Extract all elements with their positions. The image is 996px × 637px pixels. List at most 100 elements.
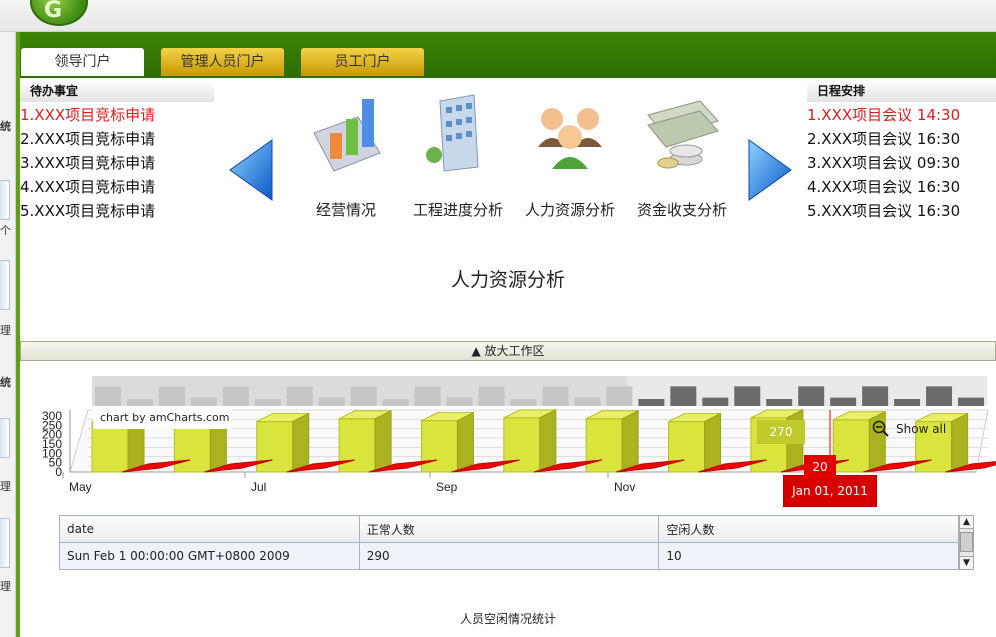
scrollbar-bar: [254, 399, 281, 406]
scrollbar-bar: [478, 386, 505, 406]
section-title: 人力资源分析: [450, 269, 565, 291]
arrow-right-icon[interactable]: [747, 138, 793, 202]
y-tick-label: 0: [55, 465, 62, 479]
sidebar-label: 统: [0, 376, 11, 389]
table-scrollbar[interactable]: ▲ ▼: [959, 515, 974, 570]
scrollbar-bar: [702, 397, 729, 406]
schedule-item[interactable]: 1.XXX项目会议 14:30: [807, 103, 960, 127]
top-header: G: [0, 0, 996, 32]
bar-series1: [338, 418, 376, 473]
scrollbar-bar: [766, 399, 793, 406]
sidebar-tile[interactable]: [0, 418, 10, 458]
scrollbar-bar: [862, 386, 889, 406]
tab-leader-portal[interactable]: 领导门户: [21, 48, 144, 76]
carousel-label: 工程进度分析: [412, 201, 503, 219]
scrollbar-bar: [542, 386, 569, 406]
bar-series1: [585, 418, 623, 473]
chart-scrollbar[interactable]: [92, 376, 987, 406]
scroll-up-icon[interactable]: ▲: [960, 516, 973, 529]
x-tick-label: Jul: [251, 480, 266, 494]
bar-series1-side: [456, 411, 474, 473]
scrollbar-bar: [446, 397, 473, 406]
scrollbar-bar: [574, 397, 601, 406]
column-header[interactable]: 空闲人数: [658, 515, 959, 543]
chart-credit[interactable]: chart by amCharts.com: [93, 407, 232, 429]
bar-series1-side: [621, 409, 639, 473]
carousel-item-business[interactable]: 经营情况: [291, 93, 401, 220]
x-tick-label: Nov: [614, 480, 635, 494]
table-cell: 10: [658, 542, 959, 570]
bar-series1: [256, 421, 294, 473]
carousel-label: 资金收支分析: [636, 201, 727, 219]
tab-bar: 领导门户 管理人员门户 员工门户: [20, 32, 996, 78]
table-header-row: date 正常人数 空闲人数: [59, 515, 959, 543]
x-tick-label: Sep: [436, 480, 458, 494]
scrollbar-bar: [95, 386, 121, 406]
show-all-button[interactable]: Show all: [872, 420, 946, 438]
expand-workspace-button[interactable]: ▲ 放大工作区: [20, 341, 996, 361]
todo-item[interactable]: 2.XXX项目竞标申请: [20, 127, 155, 151]
bar-series1-side: [374, 409, 392, 473]
schedule-item[interactable]: 2.XXX项目会议 16:30: [807, 127, 960, 151]
bar-series1: [420, 420, 458, 473]
scrollbar-bar: [286, 386, 313, 406]
sidebar-tile[interactable]: [0, 180, 10, 220]
logo-text: G: [44, 0, 63, 23]
todo-item[interactable]: 3.XXX项目竞标申请: [20, 151, 155, 175]
table-cell: Sun Feb 1 00:00:00 GMT+0800 2009: [59, 542, 360, 570]
footer-caption: 人员空闲情况统计: [459, 612, 556, 626]
todo-item[interactable]: 4.XXX项目竞标申请: [20, 175, 155, 199]
scrollbar-bar: [350, 386, 377, 406]
bar-series1-side: [292, 412, 310, 473]
zoom-out-icon: [872, 420, 889, 437]
scrollbar-bar: [638, 399, 665, 406]
left-sidebar: 统 个 理 统 理 理: [0, 32, 16, 637]
carousel-item-hr[interactable]: 人力资源分析: [515, 93, 625, 220]
carousel-item-finance[interactable]: 资金收支分析: [627, 93, 737, 220]
todo-list: 1.XXX项目竞标申请 2.XXX项目竞标申请 3.XXX项目竞标申请 4.XX…: [20, 103, 155, 223]
carousel-item-progress[interactable]: 工程进度分析: [403, 93, 513, 220]
todo-item[interactable]: 5.XXX项目竞标申请: [20, 199, 155, 223]
bar-chart-icon: [313, 99, 381, 172]
sidebar-small-label: 个: [0, 224, 11, 237]
scroll-thumb[interactable]: [960, 532, 973, 552]
table-row[interactable]: Sun Feb 1 00:00:00 GMT+0800 2009 290 10: [59, 542, 959, 570]
scrollbar-bar: [958, 397, 984, 406]
sidebar-tile[interactable]: [0, 518, 10, 568]
building-icon: [426, 94, 479, 172]
scrollbar-bar: [414, 386, 441, 406]
scrollbar-bar: [318, 397, 345, 406]
bar-series1-side: [704, 412, 722, 473]
balloon-date: Jan 01, 2011: [783, 475, 877, 507]
scrollbar-bar: [382, 399, 409, 406]
column-header[interactable]: date: [59, 515, 360, 543]
scrollbar-bar: [798, 386, 825, 406]
scrollbar-bar: [158, 386, 185, 406]
schedule-item[interactable]: 4.XXX项目会议 16:30: [807, 175, 960, 199]
todo-title: 待办事宜: [20, 80, 214, 102]
sidebar-small-label: 理: [0, 324, 11, 337]
scrollbar-bar: [926, 386, 953, 406]
tab-employee-portal[interactable]: 员工门户: [301, 48, 424, 76]
todo-item[interactable]: 1.XXX项目竞标申请: [20, 103, 155, 127]
bar-series1: [832, 419, 870, 473]
arrow-left-icon[interactable]: [228, 138, 274, 202]
scrollbar-bar: [830, 397, 857, 406]
scroll-down-icon[interactable]: ▼: [960, 556, 973, 569]
column-header[interactable]: 正常人数: [358, 515, 660, 543]
schedule-item[interactable]: 3.XXX项目会议 09:30: [807, 151, 960, 175]
bar-series1: [503, 417, 541, 473]
bar-series1-side: [951, 412, 969, 473]
data-table: date 正常人数 空闲人数 Sun Feb 1 00:00:00 GMT+08…: [59, 515, 959, 570]
schedule-title: 日程安排: [807, 80, 996, 102]
logo: G: [30, 0, 88, 26]
tab-manager-portal[interactable]: 管理人员门户: [161, 48, 284, 76]
money-icon: [647, 100, 719, 169]
people-icon: [538, 108, 602, 169]
carousel-label: 经营情况: [315, 201, 376, 219]
x-tick-label: May: [69, 480, 92, 494]
schedule-item[interactable]: 5.XXX项目会议 16:30: [807, 199, 960, 223]
sidebar-tile[interactable]: [0, 260, 10, 310]
scrollbar-bar: [190, 397, 217, 406]
y-axis: 300250200150100500: [42, 409, 71, 479]
